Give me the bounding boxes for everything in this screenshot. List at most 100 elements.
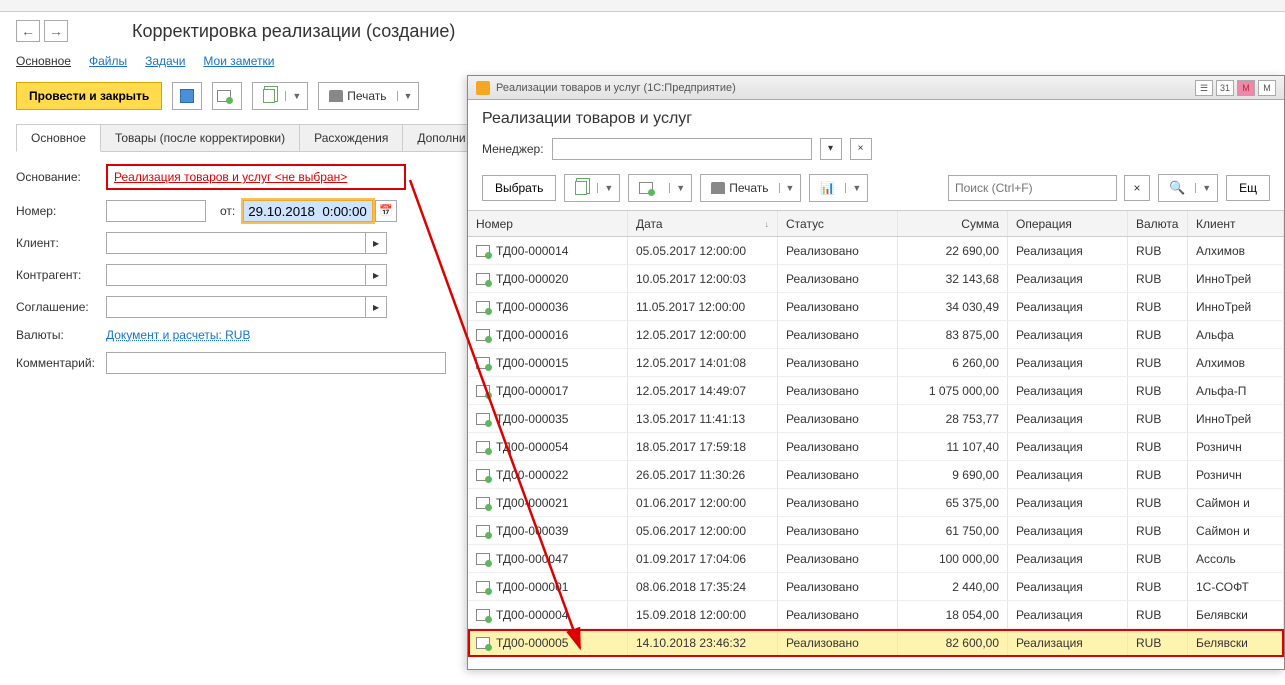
grid-header: Номер Дата↓ Статус Сумма Операция Валюта… bbox=[468, 211, 1284, 237]
table-row[interactable]: ТД00-00005418.05.2017 17:59:18Реализован… bbox=[468, 433, 1284, 461]
col-number[interactable]: Номер bbox=[468, 211, 628, 236]
selection-header: Реализации товаров и услуг bbox=[468, 100, 1284, 134]
currency-label: Валюты: bbox=[16, 328, 106, 342]
doc-icon bbox=[476, 497, 490, 509]
table-row[interactable]: ТД00-00000415.09.2018 12:00:00Реализован… bbox=[468, 601, 1284, 629]
basis-link[interactable]: Реализация товаров и услуг <не выбран> bbox=[114, 170, 347, 184]
table-row[interactable]: ТД00-00000514.10.2018 23:46:32Реализован… bbox=[468, 629, 1284, 657]
doc-icon bbox=[476, 245, 490, 257]
titlebar-calc-button[interactable]: ☰ bbox=[1195, 80, 1213, 96]
post-and-close-button[interactable]: Провести и закрыть bbox=[16, 82, 162, 110]
form-tab-goods[interactable]: Товары (после корректировки) bbox=[100, 124, 300, 151]
grid: Номер Дата↓ Статус Сумма Операция Валюта… bbox=[468, 210, 1284, 669]
nav-back-button[interactable]: ← bbox=[16, 20, 40, 42]
table-row[interactable]: ТД00-00001612.05.2017 12:00:00Реализован… bbox=[468, 321, 1284, 349]
print-label: Печать bbox=[347, 89, 386, 103]
sel-print-button[interactable]: Печать▼ bbox=[700, 174, 801, 202]
create-based-on-button[interactable]: ▼ bbox=[252, 82, 308, 110]
top-bar bbox=[0, 0, 1285, 12]
col-client[interactable]: Клиент bbox=[1188, 211, 1284, 236]
doc-icon bbox=[476, 441, 490, 453]
find-button[interactable]: 🔍▼ bbox=[1158, 174, 1218, 202]
calendar-button[interactable]: 📅 bbox=[375, 200, 397, 222]
table-row[interactable]: ТД00-00003905.06.2017 12:00:00Реализован… bbox=[468, 517, 1284, 545]
selection-titlebar[interactable]: Реализации товаров и услуг (1С:Предприят… bbox=[468, 76, 1284, 100]
table-row[interactable]: ТД00-00004701.09.2017 17:04:06Реализован… bbox=[468, 545, 1284, 573]
manager-dropdown-button[interactable]: ▾ bbox=[820, 138, 842, 160]
titlebar-cal-button[interactable]: 31 bbox=[1216, 80, 1234, 96]
selection-window: Реализации товаров и услуг (1С:Предприят… bbox=[467, 75, 1285, 670]
doc-icon bbox=[476, 413, 490, 425]
create-based-button[interactable]: ▼ bbox=[564, 174, 620, 202]
more-button[interactable]: Ещ bbox=[1226, 175, 1270, 201]
print-button[interactable]: Печать▼ bbox=[318, 82, 419, 110]
col-operation[interactable]: Операция bbox=[1008, 211, 1128, 236]
client-label: Клиент: bbox=[16, 236, 106, 250]
section-tab-files[interactable]: Файлы bbox=[89, 54, 127, 68]
counterparty-label: Контрагент: bbox=[16, 268, 106, 282]
client-input[interactable] bbox=[106, 232, 366, 254]
agreement-label: Соглашение: bbox=[16, 300, 106, 314]
col-currency[interactable]: Валюта bbox=[1128, 211, 1188, 236]
app-icon bbox=[476, 81, 490, 95]
doc-icon bbox=[476, 581, 490, 593]
print-label: Печать bbox=[729, 181, 768, 195]
doc-icon bbox=[476, 385, 490, 397]
copy-icon bbox=[575, 181, 587, 195]
grid-body: ТД00-00001405.05.2017 12:00:00Реализован… bbox=[468, 237, 1284, 657]
doc-icon bbox=[476, 469, 490, 481]
post-button[interactable] bbox=[212, 82, 242, 110]
counterparty-lookup-button[interactable]: ▸ bbox=[365, 264, 387, 286]
agreement-input[interactable] bbox=[106, 296, 366, 318]
date-input[interactable] bbox=[243, 200, 373, 222]
save-icon bbox=[180, 89, 194, 103]
post-icon bbox=[217, 90, 231, 102]
table-row[interactable]: ТД00-00003513.05.2017 11:41:13Реализован… bbox=[468, 405, 1284, 433]
col-sum[interactable]: Сумма bbox=[898, 211, 1008, 236]
doc-icon bbox=[476, 301, 490, 313]
table-row[interactable]: ТД00-00002226.05.2017 11:30:26Реализован… bbox=[468, 461, 1284, 489]
form-tab-discrepancy[interactable]: Расхождения bbox=[299, 124, 403, 151]
search-clear-button[interactable]: × bbox=[1124, 175, 1150, 201]
table-row[interactable]: ТД00-00001512.05.2017 14:01:08Реализован… bbox=[468, 349, 1284, 377]
titlebar-m2-button[interactable]: M bbox=[1258, 80, 1276, 96]
basis-field[interactable]: Реализация товаров и услуг <не выбран> bbox=[106, 164, 406, 190]
doc-icon bbox=[476, 357, 490, 369]
section-tabs: Основное Файлы Задачи Мои заметки bbox=[0, 46, 1285, 76]
table-row[interactable]: ТД00-00003611.05.2017 12:00:00Реализован… bbox=[468, 293, 1284, 321]
counterparty-input[interactable] bbox=[106, 264, 366, 286]
doc-icon bbox=[476, 637, 490, 649]
col-date[interactable]: Дата↓ bbox=[628, 211, 778, 236]
doc-icon bbox=[476, 329, 490, 341]
comment-input[interactable] bbox=[106, 352, 446, 374]
section-tab-notes[interactable]: Мои заметки bbox=[203, 54, 274, 68]
doc-icon bbox=[476, 609, 490, 621]
col-status[interactable]: Статус bbox=[778, 211, 898, 236]
edi-button[interactable]: ▼ bbox=[628, 174, 692, 202]
section-tab-tasks[interactable]: Задачи bbox=[145, 54, 185, 68]
sort-indicator-icon: ↓ bbox=[765, 219, 770, 229]
currency-link[interactable]: Документ и расчеты: RUB bbox=[106, 328, 250, 342]
search-input[interactable] bbox=[955, 181, 1110, 195]
select-button[interactable]: Выбрать bbox=[482, 175, 556, 201]
manager-label: Менеджер: bbox=[482, 142, 544, 156]
nav-forward-button[interactable]: → bbox=[44, 20, 68, 42]
number-input[interactable] bbox=[106, 200, 206, 222]
search-box[interactable] bbox=[948, 175, 1117, 201]
reports-button[interactable]: 📊▼ bbox=[809, 174, 868, 202]
client-lookup-button[interactable]: ▸ bbox=[365, 232, 387, 254]
page-title: Корректировка реализации (создание) bbox=[132, 21, 455, 42]
table-row[interactable]: ТД00-00001405.05.2017 12:00:00Реализован… bbox=[468, 237, 1284, 265]
form-tab-main[interactable]: Основное bbox=[16, 124, 101, 152]
save-button[interactable] bbox=[172, 82, 202, 110]
manager-input[interactable] bbox=[552, 138, 812, 160]
titlebar-m-button[interactable]: M bbox=[1237, 80, 1255, 96]
section-tab-main[interactable]: Основное bbox=[16, 54, 71, 68]
manager-clear-button[interactable]: × bbox=[850, 138, 872, 160]
table-row[interactable]: ТД00-00002010.05.2017 12:00:03Реализован… bbox=[468, 265, 1284, 293]
table-row[interactable]: ТД00-00000108.06.2018 17:35:24Реализован… bbox=[468, 573, 1284, 601]
table-row[interactable]: ТД00-00001712.05.2017 14:49:07Реализован… bbox=[468, 377, 1284, 405]
comment-label: Комментарий: bbox=[16, 356, 106, 370]
agreement-lookup-button[interactable]: ▸ bbox=[365, 296, 387, 318]
table-row[interactable]: ТД00-00002101.06.2017 12:00:00Реализован… bbox=[468, 489, 1284, 517]
